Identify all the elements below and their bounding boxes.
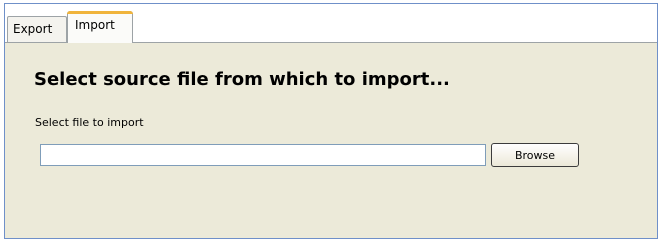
file-path-input[interactable]	[40, 144, 486, 166]
browse-button[interactable]: Browse	[491, 143, 579, 167]
tab-export[interactable]: Export	[7, 16, 67, 42]
file-field-label: Select file to import	[35, 116, 144, 129]
page-title: Select source file from which to import.…	[34, 69, 450, 90]
import-export-window: Export Import Select source file from wh…	[4, 3, 658, 239]
tab-import[interactable]: Import	[67, 11, 133, 43]
import-panel: Select source file from which to import.…	[5, 42, 657, 238]
tab-strip: Export Import	[5, 4, 657, 43]
